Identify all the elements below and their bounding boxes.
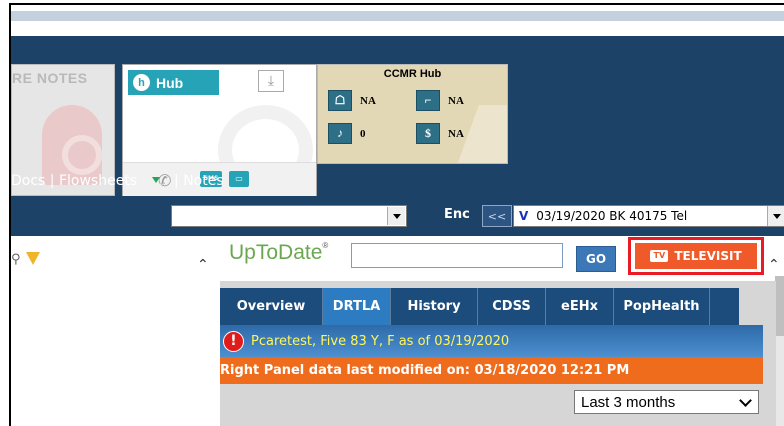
ccmr-cell-person[interactable]: ☖ NA [328, 90, 376, 111]
ccmr-title: CCMR Hub [383, 68, 442, 80]
filter-icon[interactable] [26, 252, 40, 265]
go-button[interactable]: GO [576, 246, 616, 272]
televisit-label: TELEVISIT [674, 249, 742, 263]
last-modified-text: Right Panel data last modified on: 03/18… [220, 363, 630, 378]
monitor-icon[interactable]: ▭ [229, 171, 249, 187]
nav-separator: | [174, 173, 179, 189]
encounter-visit-marker: V [519, 209, 529, 223]
tab-pophealth[interactable]: PopHealth [614, 288, 710, 325]
ccmr-cell-dollar[interactable]: $ NA [416, 123, 464, 144]
ccmr-watermark [457, 105, 507, 163]
enc-previous-button[interactable]: << [482, 205, 512, 227]
dollar-icon: $ [416, 123, 440, 144]
ccmr-cell-stairs[interactable]: ⌐ NA [416, 90, 464, 111]
top-strip-bar [11, 11, 784, 21]
ccmr-value: NA [448, 94, 464, 107]
top-gap [11, 21, 784, 36]
hub-button[interactable]: h Hub [128, 70, 219, 95]
televisit-highlight: TV TELEVISIT [628, 237, 764, 275]
tab-history[interactable]: History [391, 288, 478, 325]
patient-info: Pcaretest, Five 83 Y, F as of 03/19/2020 [251, 333, 510, 349]
alert-icon[interactable]: ! [223, 330, 244, 352]
dropdown-arrow-icon[interactable] [767, 206, 784, 226]
date-range-value: Last 3 months [581, 393, 676, 411]
enc-label: Enc [444, 207, 470, 222]
tv-icon: TV [650, 250, 669, 262]
context-select[interactable] [171, 205, 407, 227]
ccmr-value: 0 [360, 127, 366, 140]
nav-docs[interactable]: Docs [11, 173, 45, 189]
person-icon: ☖ [328, 90, 352, 111]
televisit-button[interactable]: TV TELEVISIT [635, 243, 757, 269]
uptodate-logo-text: UpToDate [229, 241, 323, 264]
uptodate-registered-mark: ® [322, 241, 329, 250]
scroll-up-icon[interactable]: ⌃ [768, 257, 780, 273]
app-window: RE NOTES h Hub ⤓ ✆ SMS ▭ CCMR Hub ☖ NA ⌐… [9, 3, 784, 426]
scrollbar-thumb[interactable] [775, 276, 784, 336]
ccmr-value: NA [360, 94, 376, 107]
care-notes-label: RE NOTES [12, 70, 88, 86]
patient-banner: ! Pcaretest, Five 83 Y, F as of 03/19/20… [220, 325, 763, 357]
search-icon[interactable]: ⚲ [11, 252, 21, 267]
encounter-select[interactable]: V 03/19/2020 BK 40175 Tel [513, 205, 784, 227]
uptodate-search-input[interactable] [351, 243, 563, 268]
tab-bar: Overview DRTLA History CDSS eEHx PopHeal… [220, 288, 739, 325]
ccmr-hub-tile: CCMR Hub ☖ NA ⌐ NA ♪ 0 $ NA [317, 64, 508, 164]
nav-flowsheets[interactable]: Flowsheets [59, 173, 137, 189]
tab-overview[interactable]: Overview [220, 288, 323, 325]
chart-nav: Docs | Flowsheets | Notes [11, 173, 224, 189]
ccmr-cell-bell[interactable]: ♪ 0 [328, 123, 366, 144]
tab-cdss[interactable]: CDSS [478, 288, 546, 325]
flowsheets-dropdown-icon[interactable] [151, 177, 160, 183]
tab-eehx[interactable]: eEHx [546, 288, 614, 325]
notes-watermark-ring [62, 135, 102, 175]
hub-logo-icon: h [133, 74, 150, 91]
hub-button-label: Hub [156, 74, 184, 91]
ccmr-value: NA [448, 127, 464, 140]
tab-drtla[interactable]: DRTLA [323, 288, 391, 325]
bell-icon: ♪ [328, 123, 352, 144]
date-range-select[interactable]: Last 3 months [574, 390, 759, 414]
encounter-value: 03/19/2020 BK 40175 Tel [536, 209, 688, 223]
uptodate-logo[interactable]: UpToDate® [229, 241, 328, 265]
nav-separator: | [49, 173, 55, 189]
left-pane: ⚲ [11, 236, 186, 426]
last-modified-banner: Right Panel data last modified on: 03/18… [220, 357, 763, 384]
header-panel: RE NOTES h Hub ⤓ ✆ SMS ▭ CCMR Hub ☖ NA ⌐… [11, 36, 784, 236]
dropdown-arrow-icon[interactable] [387, 207, 405, 225]
nav-notes[interactable]: Notes [183, 173, 223, 189]
top-strip [11, 5, 784, 21]
chevron-down-icon [739, 394, 752, 407]
download-icon[interactable]: ⤓ [258, 70, 284, 92]
stairs-icon: ⌐ [416, 90, 440, 111]
scroll-up-icon[interactable]: ⌃ [197, 257, 209, 273]
